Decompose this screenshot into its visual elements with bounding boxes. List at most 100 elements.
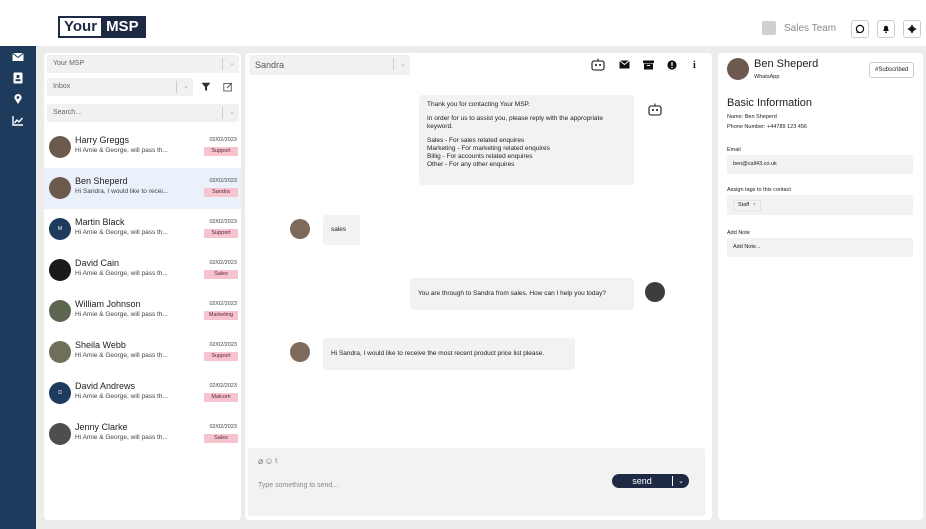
message-composer[interactable]: ⌀☺♮ Type something to send... send ⌄ bbox=[248, 448, 705, 516]
select-divider bbox=[222, 58, 223, 70]
whatsapp-icon[interactable] bbox=[851, 20, 869, 38]
tag-chip-label: Staff bbox=[738, 202, 750, 208]
contact-date: 02/02/2023 bbox=[209, 342, 237, 348]
inbox-select-value: Inbox bbox=[53, 83, 71, 90]
close-icon[interactable]: × bbox=[753, 202, 756, 208]
chevron-down-icon: ⌄ bbox=[400, 61, 406, 68]
avatar bbox=[49, 259, 71, 281]
bot-avatar-icon bbox=[647, 103, 663, 120]
logo-msp: MSP bbox=[101, 18, 144, 36]
email-field[interactable]: ben@call43.co.uk bbox=[727, 155, 913, 174]
contact-item[interactable]: William Johnson Hi Amie & George, will p… bbox=[44, 291, 241, 332]
select-divider bbox=[393, 58, 394, 70]
mail-icon[interactable] bbox=[11, 50, 25, 64]
archive-icon[interactable] bbox=[643, 60, 654, 73]
contact-item[interactable]: Ben Sheperd Hi Sandra, I would like to r… bbox=[44, 168, 241, 209]
chart-icon[interactable] bbox=[11, 114, 25, 128]
contact-date: 02/02/2023 bbox=[209, 383, 237, 389]
contact-preview: Hi Amie & George, will pass th... bbox=[75, 434, 168, 441]
logo[interactable]: Your MSP bbox=[58, 16, 146, 38]
mail-icon[interactable] bbox=[619, 60, 630, 72]
inbox-select[interactable]: Inbox ⌄ bbox=[47, 78, 193, 96]
nav-rail bbox=[0, 46, 36, 529]
contact-preview: Hi Amie & George, will pass th... bbox=[75, 352, 168, 359]
contact-date: 02/02/2023 bbox=[209, 260, 237, 266]
contact-item[interactable]: Sheila Webb Hi Amie & George, will pass … bbox=[44, 332, 241, 373]
contacts-icon[interactable] bbox=[11, 71, 25, 85]
contact-preview: Hi Amie & George, will pass th... bbox=[75, 147, 168, 154]
profile-name: Ben Sheperd bbox=[754, 58, 819, 70]
team-label: Sales Team bbox=[784, 22, 837, 34]
contact-item[interactable]: Harry Greggs Hi Amie & George, will pass… bbox=[44, 127, 241, 168]
note-placeholder: Add Note... bbox=[733, 244, 761, 250]
contact-date: 02/02/2023 bbox=[209, 219, 237, 225]
chevron-down-icon[interactable]: ⌄ bbox=[673, 477, 689, 485]
gear-icon[interactable] bbox=[903, 20, 921, 38]
location-icon[interactable] bbox=[11, 92, 25, 106]
contact-tag: Support bbox=[204, 147, 238, 156]
contact-preview: Hi Amie & George, will pass th... bbox=[75, 311, 168, 318]
alert-icon[interactable] bbox=[667, 60, 677, 73]
contact-preview: Hi Amie & George, will pass th... bbox=[75, 229, 168, 236]
contact-date: 02/02/2023 bbox=[209, 178, 237, 184]
message-bubble: sales bbox=[323, 215, 360, 245]
emoji-icon[interactable]: ☺ bbox=[264, 456, 274, 466]
message-option: Billig - For accounts related enquires bbox=[427, 153, 533, 160]
filter-icon[interactable] bbox=[199, 80, 213, 94]
contact-preview: Hi Amie & George, will pass th... bbox=[75, 393, 168, 400]
workspace-select[interactable]: Your MSP ⌄ bbox=[47, 55, 239, 73]
tags-label: Assign tags to this contact bbox=[727, 187, 791, 193]
contact-tag: Sales bbox=[204, 434, 238, 443]
avatar bbox=[49, 341, 71, 363]
contact-item[interactable]: D David Andrews Hi Amie & George, will p… bbox=[44, 373, 241, 414]
contact-item[interactable]: M Martin Black Hi Amie & George, will pa… bbox=[44, 209, 241, 250]
avatar: M bbox=[49, 218, 71, 240]
team-selector[interactable]: Sales Team bbox=[762, 21, 836, 35]
subscribed-badge[interactable]: #Subscribed bbox=[869, 62, 915, 78]
avatar bbox=[49, 300, 71, 322]
profile-channel: WhatsApp bbox=[754, 74, 780, 80]
contact-preview: Hi Amie & George, will pass th... bbox=[75, 270, 168, 277]
contact-name: Harry Greggs bbox=[75, 135, 130, 145]
avatar bbox=[727, 58, 749, 80]
message-line: In order for us to assist you, please re… bbox=[427, 115, 603, 130]
bell-icon[interactable] bbox=[877, 20, 895, 38]
message-line: Thank you for contacting Your MSP. bbox=[427, 101, 530, 108]
chevron-down-icon: ⌄ bbox=[229, 60, 235, 67]
email-value: ben@call43.co.uk bbox=[733, 161, 777, 167]
message-option: Sales - For sales related enquires bbox=[427, 137, 525, 144]
microphone-icon[interactable]: ♮ bbox=[275, 456, 279, 466]
send-button[interactable]: send ⌄ bbox=[612, 474, 689, 488]
send-label: send bbox=[632, 476, 652, 486]
search-input[interactable]: Search... ⌄ bbox=[47, 104, 239, 122]
tag-chip: Staff × bbox=[733, 200, 761, 211]
note-field[interactable]: Add Note... bbox=[727, 238, 913, 257]
workspace-select-value: Your MSP bbox=[53, 60, 85, 67]
contact-item[interactable]: David Cain Hi Amie & George, will pass t… bbox=[44, 250, 241, 291]
robot-icon[interactable] bbox=[590, 58, 606, 75]
profile-phone: Phone Number: +44789 123 456 bbox=[727, 124, 807, 130]
contact-item[interactable]: Jenny Clarke Hi Amie & George, will pass… bbox=[44, 414, 241, 455]
note-label: Add Note bbox=[727, 230, 750, 236]
agent-select[interactable]: Sandra ⌄ bbox=[249, 55, 410, 75]
composer-toolbar: ⌀☺♮ bbox=[258, 456, 279, 467]
avatar bbox=[290, 342, 310, 362]
contact-date: 02/02/2023 bbox=[209, 137, 237, 143]
team-avatar bbox=[762, 21, 776, 35]
agent-select-value: Sandra bbox=[255, 60, 285, 70]
compose-icon[interactable] bbox=[221, 80, 235, 94]
message-option: Other - For any other enquires bbox=[427, 161, 515, 168]
avatar bbox=[645, 282, 665, 302]
contact-name: Jenny Clarke bbox=[75, 422, 128, 432]
avatar bbox=[49, 423, 71, 445]
message-text: sales bbox=[331, 226, 347, 233]
contact-tag: Sales bbox=[204, 270, 238, 279]
contact-name: Ben Sheperd bbox=[75, 176, 128, 186]
contact-name: Sheila Webb bbox=[75, 340, 126, 350]
message-input[interactable]: Type something to send... bbox=[258, 482, 338, 489]
contact-tag: Malcom bbox=[204, 393, 238, 402]
info-icon[interactable]: i bbox=[693, 60, 696, 71]
tags-field[interactable]: Staff × bbox=[727, 195, 913, 215]
contact-name: Martin Black bbox=[75, 217, 125, 227]
profile-name-line: Name: Ben Sheperd bbox=[727, 114, 777, 120]
